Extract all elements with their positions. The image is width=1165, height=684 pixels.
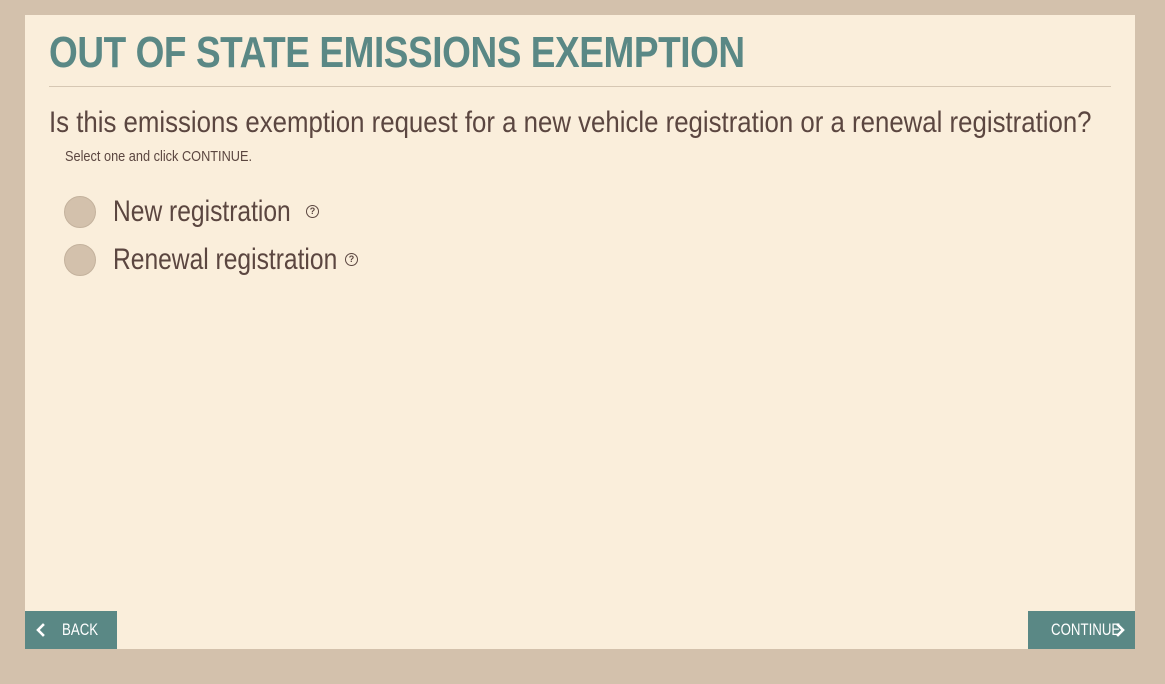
option-new-registration[interactable]: New registration ? [64,195,330,229]
continue-button[interactable]: CONTINUE [1028,611,1135,649]
chevron-right-icon [1116,623,1125,637]
back-button[interactable]: BACK [25,611,117,649]
title-divider [49,86,1111,87]
form-panel: OUT OF STATE EMISSIONS EXEMPTION Is this… [25,15,1135,649]
chevron-left-icon [36,623,45,637]
question-circle-icon[interactable]: ? [345,253,358,266]
question-circle-icon[interactable]: ? [306,205,319,218]
continue-button-label: CONTINUE [1051,620,1121,639]
instruction-text: Select one and click CONTINUE. [65,148,253,165]
page-title: OUT OF STATE EMISSIONS EXEMPTION [49,28,745,77]
option-label-new-registration: New registration [113,195,291,228]
question-text: Is this emissions exemption request for … [49,106,1092,139]
option-renewal-registration[interactable]: Renewal registration ? [64,243,386,277]
option-label-renewal-registration: Renewal registration [113,243,338,276]
radio-new-registration[interactable] [64,196,96,228]
radio-renewal-registration[interactable] [64,244,96,276]
back-button-label: BACK [62,620,99,639]
